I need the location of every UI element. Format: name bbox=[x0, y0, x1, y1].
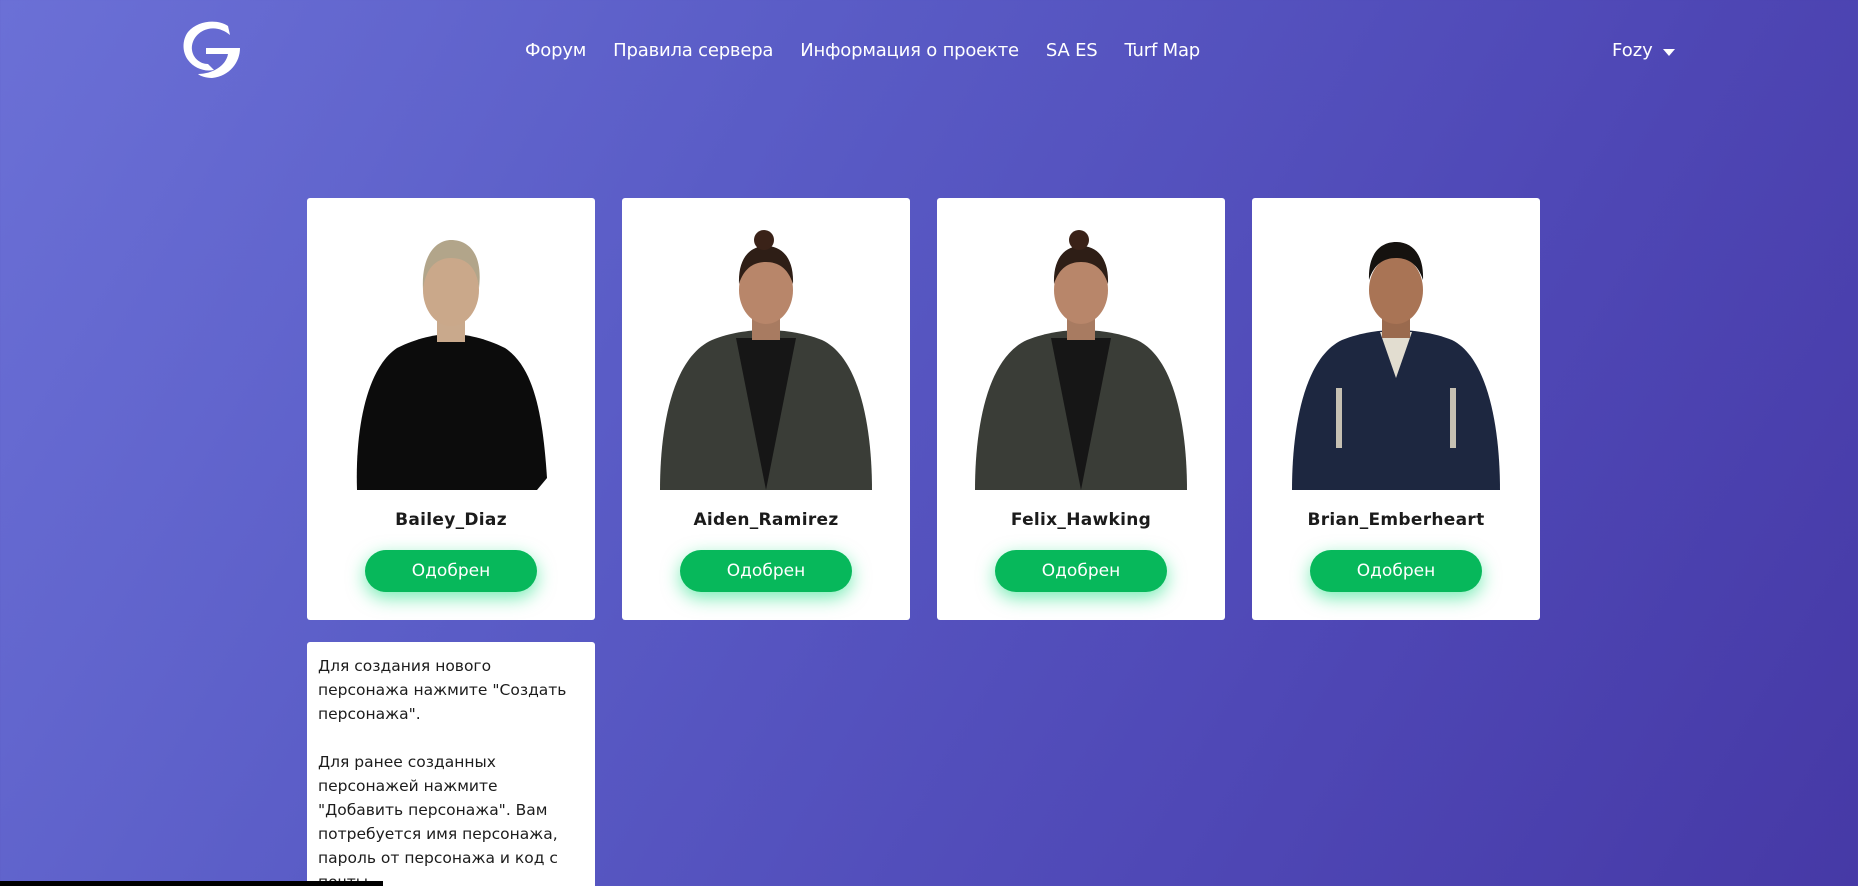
bottom-bar bbox=[0, 881, 383, 886]
character-name: Aiden_Ramirez bbox=[693, 510, 839, 530]
nav-server-rules[interactable]: Правила сервера bbox=[613, 40, 773, 61]
caret-down-icon bbox=[1662, 48, 1675, 56]
character-card: Brian_Emberheart Одобрен bbox=[1252, 198, 1540, 620]
character-avatar bbox=[975, 230, 1187, 490]
character-name: Brian_Emberheart bbox=[1307, 510, 1485, 530]
character-card: Felix_Hawking Одобрен bbox=[937, 198, 1225, 620]
character-card: Aiden_Ramirez Одобрен bbox=[622, 198, 910, 620]
character-name: Felix_Hawking bbox=[1010, 510, 1152, 530]
character-card: Bailey_Diaz Одобрен bbox=[307, 198, 595, 620]
character-avatar bbox=[1292, 242, 1500, 490]
user-name: Fozy bbox=[1612, 40, 1653, 61]
nav-forum[interactable]: Форум bbox=[525, 40, 586, 61]
character-name: Bailey_Diaz bbox=[395, 510, 507, 530]
main-nav: Форум Правила сервера Информация о проек… bbox=[525, 40, 1200, 61]
info-panel: Для создания нового персонажа нажмите "С… bbox=[307, 642, 595, 886]
nav-turf-map[interactable]: Turf Map bbox=[1125, 40, 1201, 61]
status-approved-button[interactable]: Одобрен bbox=[995, 550, 1167, 592]
nav-project-info[interactable]: Информация о проекте bbox=[800, 40, 1019, 61]
site-header: Форум Правила сервера Информация о проек… bbox=[0, 0, 1858, 110]
status-approved-button[interactable]: Одобрен bbox=[365, 550, 537, 592]
info-text-add: Для ранее созданных персонажей нажмите "… bbox=[318, 753, 558, 886]
character-avatar bbox=[356, 240, 547, 490]
nav-sa-es[interactable]: SA ES bbox=[1046, 40, 1098, 61]
g-logo-icon[interactable] bbox=[178, 18, 242, 80]
character-avatar bbox=[660, 230, 872, 490]
info-text-create: Для создания нового персонажа нажмите "С… bbox=[318, 657, 567, 723]
user-menu[interactable]: Fozy bbox=[1612, 40, 1675, 61]
status-approved-button[interactable]: Одобрен bbox=[680, 550, 852, 592]
character-list: Bailey_Diaz Одобрен Aiden_Ramirez Одобре… bbox=[307, 198, 1540, 620]
status-approved-button[interactable]: Одобрен bbox=[1310, 550, 1482, 592]
